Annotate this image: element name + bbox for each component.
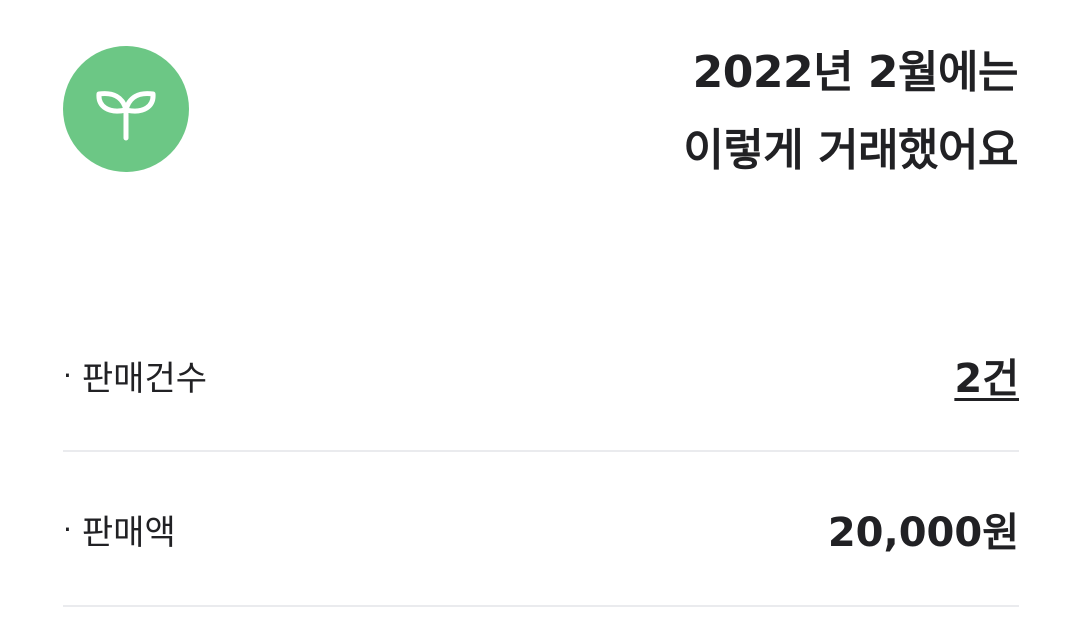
- sales-amount-label: 판매액: [81, 512, 176, 553]
- sales-count-row: · 판매건수 2건: [63, 338, 1019, 412]
- divider: [63, 450, 1019, 452]
- sales-amount-value: 20,000원: [827, 510, 1019, 556]
- bullet-dot: ·: [63, 512, 72, 546]
- page-title-line-2: 이렇게 거래했어요: [683, 125, 1018, 176]
- page-title: 2022년 2월에는 이렇게 거래했어요: [683, 34, 1018, 190]
- bullet-dot: ·: [63, 358, 72, 392]
- divider: [63, 605, 1019, 607]
- sales-amount-row: · 판매액 20,000원: [63, 492, 1019, 566]
- sales-amount-label-group: · 판매액: [63, 505, 176, 554]
- monthly-trade-summary: 2022년 2월에는 이렇게 거래했어요 · 판매건수 2건 · 판매액 20,…: [0, 0, 1080, 618]
- page-title-line-1: 2022년 2월에는: [692, 47, 1019, 98]
- sales-count-link[interactable]: 2건: [954, 346, 1019, 404]
- sales-count-label-group: · 판매건수: [63, 351, 207, 400]
- sprout-icon: [63, 46, 189, 172]
- sales-count-label: 판매건수: [81, 358, 208, 399]
